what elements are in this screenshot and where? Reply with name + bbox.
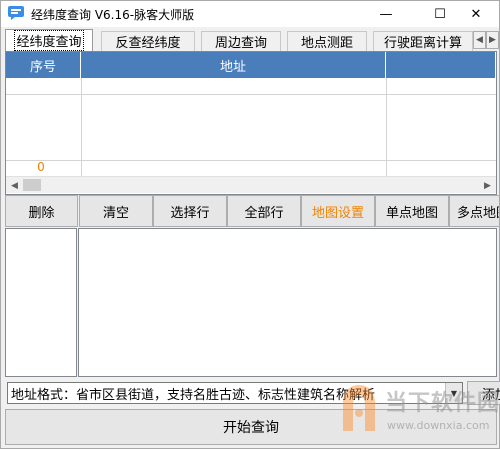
input-list-panel[interactable] xyxy=(5,228,77,377)
tab-scroll-left-icon[interactable]: ◀ xyxy=(473,31,486,49)
address-format-value[interactable]: 地址格式：省市区县街道，支持名胜古迹、标志性建筑名称解析 xyxy=(8,384,444,403)
minimize-button[interactable]: — xyxy=(363,1,409,27)
app-icon xyxy=(8,6,24,20)
tab-latlng-query[interactable]: 经纬度查询 xyxy=(5,29,93,51)
tab-scroll-right-icon[interactable]: ▶ xyxy=(486,31,499,49)
multi-point-map-button[interactable]: 多点地图 xyxy=(449,195,499,227)
horizontal-scrollbar[interactable]: ◀ ▶ xyxy=(6,176,496,193)
window-title: 经纬度查询 V6.16-脉客大师版 xyxy=(31,8,195,22)
close-button[interactable]: ✕ xyxy=(453,1,499,27)
column-header-address[interactable]: 地址 xyxy=(81,52,386,78)
column-header-extra[interactable] xyxy=(386,52,496,78)
scroll-left-icon[interactable]: ◀ xyxy=(6,177,23,194)
tab-reverse-geocode[interactable]: 反查经纬度 xyxy=(101,31,195,51)
tab-label: 地点测距 xyxy=(300,36,353,51)
add-button[interactable]: 添加 xyxy=(467,381,500,405)
grid-line xyxy=(386,78,387,176)
tab-label: 周边查询 xyxy=(214,36,267,51)
grid-line xyxy=(6,94,496,95)
tab-driving-distance[interactable]: 行驶距离计算 xyxy=(373,31,473,51)
tab-label: 反查经纬度 xyxy=(115,36,181,51)
title-bar: 经纬度查询 V6.16-脉客大师版 — ☐ ✕ xyxy=(1,1,499,27)
tab-strip: 经纬度查询 反查经纬度 周边查询 地点测距 行驶距离计算 ◀ ▶ xyxy=(5,29,499,51)
select-rows-button[interactable]: 选择行 xyxy=(153,195,227,227)
tab-nearby-search[interactable]: 周边查询 xyxy=(201,31,281,51)
address-format-combo[interactable]: 地址格式：省市区县街道，支持名胜古迹、标志性建筑名称解析 ▼ xyxy=(7,382,463,404)
results-table: 序号 地址 0 ◀ ▶ xyxy=(5,51,497,195)
delete-button[interactable]: 删除 xyxy=(5,195,78,227)
all-rows-button[interactable]: 全部行 xyxy=(227,195,301,227)
scrollbar-thumb[interactable] xyxy=(23,179,41,191)
action-toolbar: 删除 清空 选择行 全部行 地图设置 单点地图 多点地图 xyxy=(5,195,499,227)
address-input-area[interactable] xyxy=(78,228,497,377)
chevron-down-icon[interactable]: ▼ xyxy=(445,383,462,403)
tab-label: 行驶距离计算 xyxy=(383,36,462,51)
clear-button[interactable]: 清空 xyxy=(79,195,153,227)
row-count: 0 xyxy=(37,160,45,174)
start-query-button[interactable]: 开始查询 xyxy=(5,409,497,445)
map-settings-button[interactable]: 地图设置 xyxy=(301,195,375,227)
tab-label: 经纬度查询 xyxy=(14,30,84,51)
tab-scroll: ◀ ▶ xyxy=(473,31,499,49)
grid-line xyxy=(6,160,496,161)
grid-line xyxy=(81,78,82,176)
app-window: 经纬度查询 V6.16-脉客大师版 — ☐ ✕ 经纬度查询 反查经纬度 周边查询… xyxy=(0,0,500,449)
scroll-right-icon[interactable]: ▶ xyxy=(479,177,496,194)
column-header-index[interactable]: 序号 xyxy=(6,52,81,78)
single-point-map-button[interactable]: 单点地图 xyxy=(375,195,449,227)
tab-distance-measure[interactable]: 地点测距 xyxy=(287,31,367,51)
